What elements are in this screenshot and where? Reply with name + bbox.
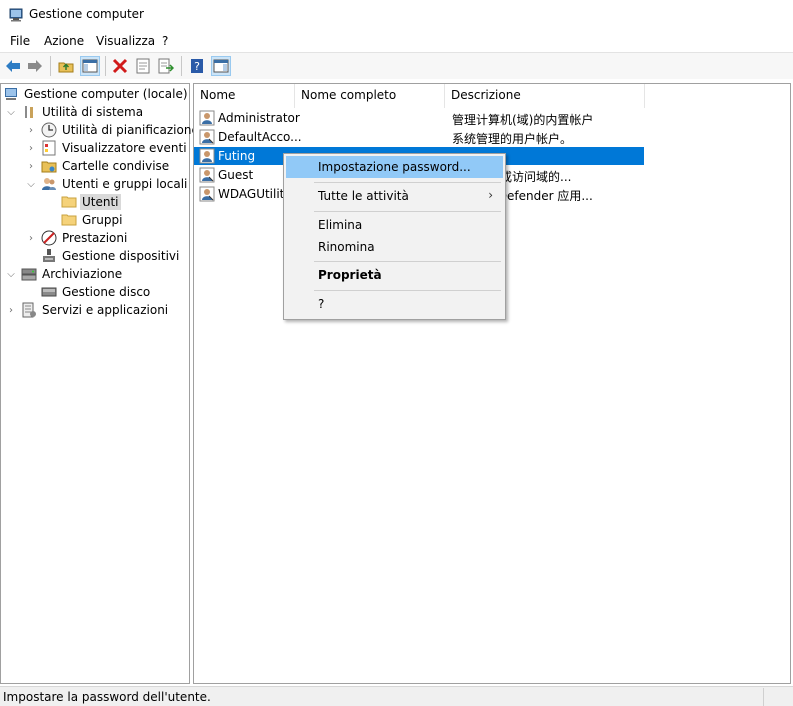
- menu-separator: [314, 261, 501, 262]
- action-pane-button[interactable]: [211, 56, 231, 76]
- user-icon: [199, 148, 215, 164]
- console-tree[interactable]: Gestione computer (locale) ⌵ Utilità di …: [0, 83, 199, 684]
- up-level-button[interactable]: [56, 56, 76, 76]
- menu-separator: [314, 182, 501, 183]
- chevron-right-icon[interactable]: ›: [25, 232, 37, 244]
- user-icon: [199, 129, 215, 145]
- tree-item-shared-folders[interactable]: › Cartelle condivise: [25, 157, 171, 175]
- toolbar: ?: [0, 53, 793, 79]
- clock-icon: [41, 122, 57, 138]
- tree-item-task-scheduler[interactable]: › Utilità di pianificazione: [25, 121, 201, 139]
- chevron-down-icon[interactable]: ⌵: [5, 268, 17, 280]
- column-header-description[interactable]: Descrizione: [445, 84, 645, 108]
- chevron-right-icon[interactable]: ›: [5, 304, 17, 316]
- performance-icon: [41, 230, 57, 246]
- user-icon: [199, 167, 215, 183]
- tree-item-services-apps[interactable]: › Servizi e applicazioni: [5, 301, 170, 319]
- menu-file[interactable]: File: [10, 33, 30, 49]
- tree-item-disk-management[interactable]: Gestione disco: [37, 283, 152, 301]
- column-header-full-name[interactable]: Nome completo: [295, 84, 445, 108]
- disk-icon: [41, 287, 57, 297]
- help-icon: ?: [191, 59, 203, 73]
- shared-folder-icon: [41, 161, 57, 173]
- show-hide-tree-icon: [82, 59, 98, 73]
- title-bar: Gestione computer: [0, 0, 793, 30]
- svg-text:?: ?: [194, 60, 200, 73]
- tree-item-event-viewer[interactable]: › Visualizzatore eventi: [25, 139, 189, 157]
- properties-icon: [136, 58, 150, 74]
- users-icon: [42, 178, 56, 190]
- column-header-name[interactable]: Nome: [194, 84, 295, 108]
- tree-item-computer-management[interactable]: Gestione computer (locale): [3, 85, 190, 103]
- computer-management-icon: [5, 88, 17, 100]
- up-folder-icon: [58, 62, 74, 73]
- list-row-administrator[interactable]: Administrator 管理计算机(域)的内置帐户: [194, 109, 644, 127]
- tree-item-performance[interactable]: › Prestazioni: [25, 229, 129, 247]
- status-text: Impostare la password dell'utente.: [3, 690, 211, 704]
- chevron-right-icon[interactable]: ›: [25, 160, 37, 172]
- menu-separator: [314, 211, 501, 212]
- folder-icon: [61, 196, 77, 208]
- tree-item-local-users-groups[interactable]: ⌵ Utenti e gruppi locali: [25, 175, 189, 193]
- back-arrow-icon: [6, 60, 20, 72]
- help-button[interactable]: ?: [187, 56, 207, 76]
- menu-separator: [314, 290, 501, 291]
- menu-azione[interactable]: Azione: [44, 33, 84, 49]
- tree-item-users[interactable]: Utenti: [57, 193, 121, 211]
- tools-icon: [25, 106, 33, 118]
- chevron-down-icon[interactable]: ⌵: [25, 178, 37, 190]
- user-icon: [199, 110, 215, 126]
- export-list-icon: [158, 58, 174, 74]
- menu-bar: File Azione Visualizza ?: [0, 31, 793, 51]
- window-title: Gestione computer: [29, 7, 144, 21]
- chevron-right-icon[interactable]: ›: [25, 124, 37, 136]
- device-manager-icon: [43, 249, 55, 262]
- toolbar-separator: [105, 56, 106, 76]
- menu-visualizza[interactable]: Visualizza: [96, 33, 155, 49]
- event-viewer-icon: [42, 140, 56, 156]
- action-pane-icon: [213, 59, 229, 73]
- tree-item-groups[interactable]: Gruppi: [57, 211, 124, 229]
- menu-item-all-tasks[interactable]: Tutte le attività ›: [286, 185, 503, 207]
- back-button[interactable]: [3, 56, 23, 76]
- storage-icon: [21, 268, 37, 281]
- menu-item-help[interactable]: ?: [286, 293, 503, 315]
- tree-item-storage[interactable]: ⌵ Archiviazione: [5, 265, 124, 283]
- chevron-down-icon[interactable]: ⌵: [5, 106, 17, 118]
- delete-icon: [112, 58, 128, 74]
- forward-button[interactable]: [25, 56, 45, 76]
- toolbar-separator: [181, 56, 182, 76]
- services-icon: [22, 302, 36, 318]
- menu-item-set-password[interactable]: Impostazione password...: [286, 156, 503, 178]
- delete-button[interactable]: [110, 56, 130, 76]
- forward-arrow-icon: [28, 60, 42, 72]
- chevron-right-icon: ›: [488, 188, 493, 202]
- tree-item-system-tools[interactable]: ⌵ Utilità di sistema: [5, 103, 145, 121]
- list-row-defaultaccount[interactable]: DefaultAcco... 系统管理的用户帐户。: [194, 128, 644, 146]
- menu-item-properties[interactable]: Proprietà: [286, 264, 503, 286]
- menu-item-rename[interactable]: Rinomina: [286, 236, 503, 258]
- show-hide-tree-button[interactable]: [80, 56, 100, 76]
- menu-help[interactable]: ?: [162, 33, 168, 49]
- folder-icon: [61, 214, 77, 226]
- context-menu: Impostazione password... Tutte le attivi…: [283, 153, 506, 320]
- properties-button[interactable]: [133, 56, 153, 76]
- status-divider: [763, 688, 764, 706]
- export-list-button[interactable]: [156, 56, 176, 76]
- computer-management-icon: [9, 8, 23, 22]
- status-bar: Impostare la password dell'utente.: [0, 686, 793, 706]
- menu-item-delete[interactable]: Elimina: [286, 214, 503, 236]
- chevron-right-icon[interactable]: ›: [25, 142, 37, 154]
- toolbar-separator: [50, 56, 51, 76]
- tree-item-device-manager[interactable]: Gestione dispositivi: [37, 247, 181, 265]
- user-icon: [199, 186, 215, 202]
